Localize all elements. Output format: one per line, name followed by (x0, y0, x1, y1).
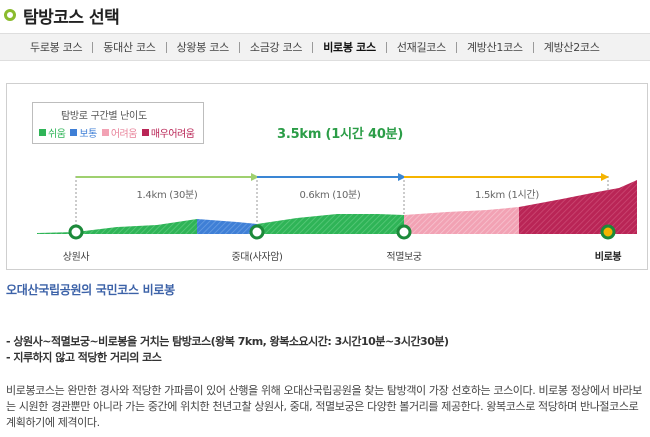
area-normal (197, 219, 257, 234)
legend-swatch (141, 129, 149, 136)
course-profile-panel: 탐방로 구간별 난이도 쉬움 보통 어려움 매우어려움 3.5km (1시간 4… (6, 83, 648, 270)
segment-label-1: 1.4km (30분) (136, 190, 198, 201)
legend-item-easy: 쉬움 (39, 125, 66, 140)
segment-arrowhead-3 (601, 173, 609, 181)
waypoint-label-sangwonsa: 상원사 (62, 252, 90, 263)
tab-divider (532, 41, 534, 53)
legend-label: 매우어려움 (150, 129, 195, 140)
waypoint-label-jungdae: 중대(사자암) (231, 252, 283, 263)
tab-divider (165, 41, 167, 53)
area-easy-1 (37, 219, 197, 234)
difficulty-legend: 탐방로 구간별 난이도 쉬움 보통 어려움 매우어려움 (32, 102, 204, 144)
waypoint-marker (249, 224, 265, 240)
legend-label: 쉬움 (48, 129, 66, 140)
summary-item: - 지루하지 않고 적당한 거리의 코스 (6, 351, 162, 364)
course-tab-bar: 두로봉 코스 동대산 코스 상왕봉 코스 소금강 코스 비로봉 코스 선재길코스… (0, 33, 650, 61)
tab-seonjae[interactable]: 선재길코스 (397, 39, 446, 55)
tab-sogeumgang[interactable]: 소금강 코스 (250, 39, 303, 55)
segment-label-3: 1.5km (1시간) (475, 190, 539, 201)
legend-item-very-hard: 매우어려움 (141, 125, 195, 140)
course-section-title: 오대산국립공원의 국민코스 비로봉 (6, 283, 175, 297)
legend-swatch (70, 129, 78, 136)
summit-marker (600, 224, 616, 240)
tab-sangwang[interactable]: 상왕봉 코스 (177, 39, 230, 55)
summary-item: - 상원사~적멸보궁~비로봉을 거치는 탐방코스(왕복 7km, 왕복소요시간:… (6, 335, 449, 348)
area-easy-2 (257, 214, 404, 234)
waypoint-label-birobong: 비로봉 (594, 252, 622, 263)
tab-divider (455, 41, 457, 53)
tab-divider (385, 41, 387, 53)
tab-divider (92, 41, 94, 53)
legend-item-hard: 어려움 (101, 125, 138, 140)
course-summary-list: - 상원사~적멸보궁~비로봉을 거치는 탐방코스(왕복 7km, 왕복소요시간:… (6, 334, 449, 366)
legend-item-normal: 보통 (70, 125, 97, 140)
legend-label: 보통 (79, 129, 97, 140)
page-title: 탐방코스 선택 (4, 3, 120, 28)
legend-swatch (101, 129, 109, 136)
tab-divider (238, 41, 240, 53)
tab-divider (312, 41, 314, 53)
tab-dongdae[interactable]: 동대산 코스 (103, 39, 156, 55)
tab-birobong[interactable]: 비로봉 코스 (323, 39, 376, 55)
tab-gyebang1[interactable]: 계방산1코스 (467, 39, 523, 55)
page-title-text: 탐방코스 선택 (23, 7, 120, 28)
area-hard (404, 207, 519, 234)
tab-gyebang2[interactable]: 계방산2코스 (544, 39, 600, 55)
waypoint-marker (68, 224, 84, 240)
legend-title: 탐방로 구간별 난이도 (61, 111, 147, 122)
circle-bullet-icon (4, 9, 16, 21)
waypoint-label-jeokmyeol: 적멸보궁 (386, 252, 422, 263)
course-description: 비로봉코스는 완만한 경사와 적당한 가파름이 있어 산행을 위해 오대산국립공… (6, 384, 642, 429)
legend-swatch (39, 129, 46, 136)
course-total: 3.5km (1시간 40분) (277, 127, 404, 142)
segment-label-2: 0.6km (10분) (299, 190, 361, 201)
legend-label: 어려움 (110, 129, 138, 140)
waypoint-marker (396, 224, 412, 240)
tab-duro[interactable]: 두로봉 코스 (30, 39, 83, 55)
